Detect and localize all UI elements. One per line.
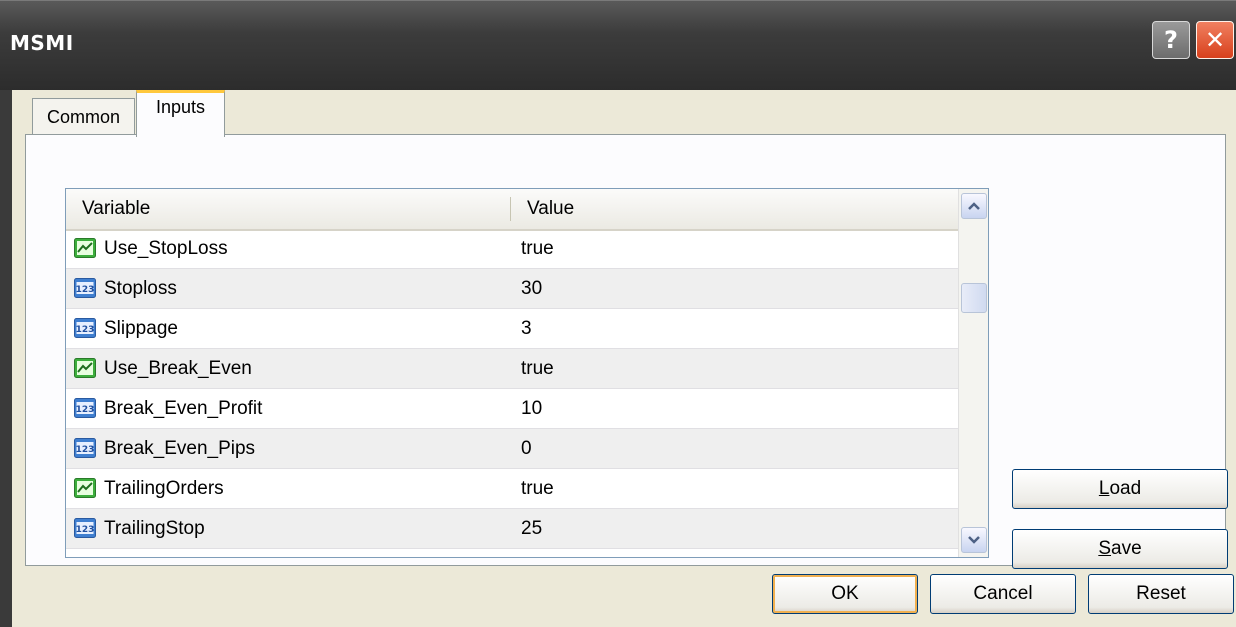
tab-inputs[interactable]: Inputs [136, 90, 225, 137]
column-divider[interactable] [510, 197, 511, 221]
table-row[interactable]: 123 Slippage 3 [66, 309, 958, 349]
inputs-panel: Variable Value Use_StopLoss true 123 Stoplo… [25, 134, 1228, 569]
help-button[interactable]: ? [1152, 21, 1190, 59]
ok-button[interactable]: OK [772, 574, 918, 614]
variable-value[interactable]: 3 [521, 318, 532, 340]
cancel-label: Cancel [973, 583, 1033, 604]
svg-text:123: 123 [76, 325, 95, 335]
close-icon: ✕ [1204, 26, 1226, 54]
variable-value[interactable]: 0 [521, 438, 532, 460]
chevron-up-icon [968, 202, 980, 210]
variable-name: TrailingStop [104, 518, 205, 539]
variable-name: TrailingOrders [104, 478, 224, 499]
variable-name: Use_Break_Even [104, 358, 252, 379]
variable-value[interactable]: 10 [521, 398, 542, 420]
variable-value[interactable]: true [521, 478, 554, 500]
variable-name: Break_Even_Profit [104, 398, 263, 419]
scroll-up-button[interactable] [961, 193, 987, 219]
variable-value[interactable]: true [521, 238, 554, 260]
tab-common-label: Common [46, 107, 121, 127]
scroll-down-button[interactable] [961, 527, 987, 553]
svg-text:123: 123 [76, 405, 95, 415]
table-row[interactable]: 123 Break_Even_Profit 10 [66, 389, 958, 429]
bool-chart-icon [74, 238, 96, 258]
variable-name: Slippage [104, 318, 178, 339]
inputs-grid: Variable Value Use_StopLoss true 123 Stoplo… [65, 188, 989, 558]
variable-name: Stoploss [104, 278, 177, 299]
table-row[interactable]: Use_StopLoss true [66, 229, 958, 269]
window-title: MSMI [10, 31, 74, 55]
svg-text:123: 123 [76, 285, 95, 295]
dialog-body: Common Inputs Variable Value Use_StopLos… [12, 90, 1236, 627]
number-123-icon: 123 [74, 318, 96, 338]
close-button[interactable]: ✕ [1196, 21, 1234, 59]
column-header-value[interactable]: Value [527, 198, 574, 220]
number-123-icon: 123 [74, 438, 96, 458]
tab-common[interactable]: Common [32, 98, 135, 136]
table-row[interactable]: 123Indicator_Trade_Bar0 [66, 549, 958, 557]
svg-text:123: 123 [76, 525, 95, 535]
variable-value[interactable]: true [521, 358, 554, 380]
ok-label: OK [831, 583, 859, 604]
table-row[interactable]: 123 Break_Even_Pips 0 [66, 429, 958, 469]
grid-rows: Use_StopLoss true 123 Stoploss 30 123 Slippage… [66, 229, 958, 557]
load-label: Load [1098, 478, 1142, 499]
svg-text:123: 123 [76, 445, 95, 455]
cancel-button[interactable]: Cancel [930, 574, 1076, 614]
reset-label: Reset [1136, 583, 1186, 604]
bool-chart-icon [74, 358, 96, 378]
variable-name: Break_Even_Pips [104, 438, 256, 459]
number-123-icon: 123 [74, 518, 96, 538]
title-bar: MSMI ? ✕ [0, 0, 1236, 91]
table-row[interactable]: TrailingOrders true [66, 469, 958, 509]
chevron-down-icon [968, 536, 980, 544]
table-row[interactable]: Use_Break_Even true [66, 349, 958, 389]
number-123-icon: 123 [74, 278, 96, 298]
reset-button[interactable]: Reset [1088, 574, 1234, 614]
grid-header: Variable Value [66, 189, 958, 231]
help-icon: ? [1164, 26, 1178, 54]
table-row[interactable]: 123 Stoploss 30 [66, 269, 958, 309]
bool-chart-icon [74, 478, 96, 498]
table-row[interactable]: 123 TrailingStop 25 [66, 509, 958, 549]
column-header-variable[interactable]: Variable [82, 198, 150, 220]
vertical-scrollbar[interactable] [958, 189, 988, 557]
tab-inputs-label: Inputs [155, 97, 206, 117]
variable-value[interactable]: 30 [521, 278, 542, 300]
window-frame [0, 90, 12, 627]
number-123-icon: 123 [74, 398, 96, 418]
variable-name: Use_StopLoss [104, 238, 228, 259]
load-button[interactable]: Load [1012, 469, 1228, 509]
scroll-thumb[interactable] [961, 283, 987, 313]
variable-value[interactable]: 25 [521, 518, 542, 540]
save-button[interactable]: Save [1012, 529, 1228, 569]
save-label: Save [1098, 538, 1142, 559]
